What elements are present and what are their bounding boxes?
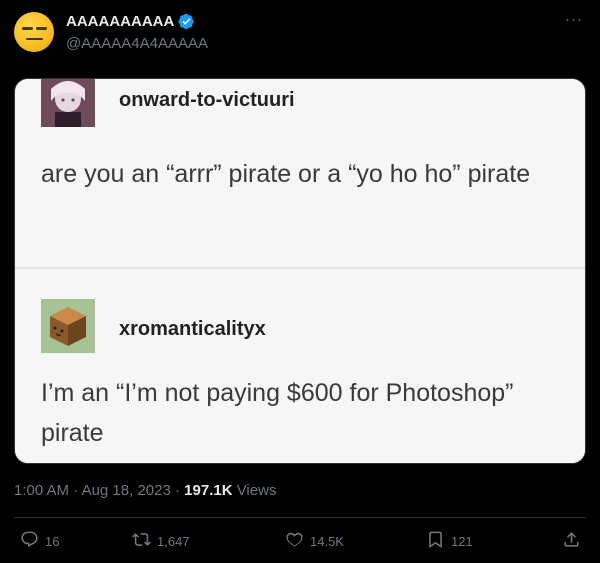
more-options-icon[interactable]: ···	[562, 11, 586, 31]
reply-count: 16	[45, 533, 60, 549]
tumblr-post: onward-to-victuuri are you an “arrr” pir…	[15, 79, 585, 268]
retweet-icon	[132, 530, 151, 552]
share-button[interactable]	[562, 530, 581, 552]
tweet-date[interactable]: Aug 18, 2023	[82, 482, 171, 499]
divider	[14, 517, 586, 518]
tweet-header: AAAAAAAAAA @AAAAA4A4AAAAA ···	[14, 9, 586, 55]
tweet-meta: 1:00 AM · Aug 18, 2023 · 197.1K Views	[14, 482, 276, 499]
display-name[interactable]: AAAAAAAAAA	[66, 13, 174, 30]
retweet-button[interactable]: 1,647	[132, 530, 190, 552]
tumblr-username: onward-to-victuuri	[119, 89, 295, 111]
tumblr-post-text: I’m an “I’m not paying $600 for Photosho…	[41, 379, 514, 447]
retweet-count: 1,647	[157, 533, 190, 549]
meta-separator: ·	[170, 482, 185, 499]
tumblr-username: xromanticalityx	[119, 318, 266, 340]
tumblr-avatar	[41, 79, 95, 127]
bookmark-button[interactable]: 121	[426, 530, 473, 552]
reply-button[interactable]: 16	[20, 530, 59, 552]
tumblr-post: xromanticalityx I’m an “I’m not paying $…	[15, 269, 585, 463]
verified-badge-icon[interactable]	[178, 13, 195, 30]
avatar[interactable]	[14, 12, 54, 52]
like-button[interactable]: 14.5K	[285, 530, 344, 552]
heart-icon	[285, 530, 304, 552]
tumblr-post-text: are you an “arrr” pirate or a “yo ho ho”…	[41, 160, 531, 188]
bookmark-count: 121	[451, 533, 473, 549]
meta-separator: ·	[69, 482, 82, 499]
handle[interactable]: @AAAAA4A4AAAAA	[66, 35, 208, 52]
tumblr-avatar-cube-icon	[41, 299, 95, 353]
avatar-eye-icon	[22, 27, 33, 30]
views-count[interactable]: 197.1K	[184, 482, 232, 499]
avatar-eye-icon	[36, 27, 47, 30]
action-bar: 16 1,647 14.5K 121	[14, 530, 586, 554]
tweet-time[interactable]: 1:00 AM	[14, 482, 69, 499]
reply-icon	[20, 530, 39, 552]
like-count: 14.5K	[310, 533, 344, 549]
tweet-media-image[interactable]: onward-to-victuuri are you an “arrr” pir…	[14, 78, 586, 464]
name-row: AAAAAAAAAA	[66, 13, 195, 30]
avatar-mouth-icon	[26, 38, 43, 40]
tweet: AAAAAAAAAA @AAAAA4A4AAAAA ··· onward-to-…	[0, 0, 600, 563]
views-label: Views	[232, 482, 277, 499]
bookmark-icon	[426, 530, 445, 552]
share-icon	[562, 530, 581, 552]
